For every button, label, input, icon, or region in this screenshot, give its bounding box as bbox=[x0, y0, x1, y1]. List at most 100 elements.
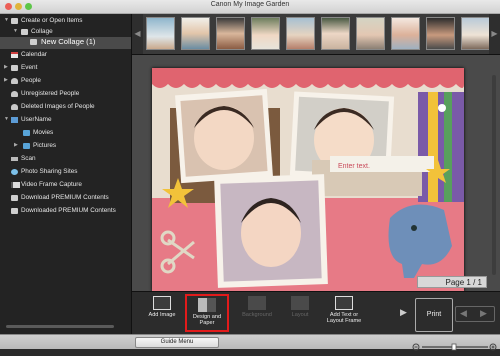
add-image-button[interactable]: Add Image bbox=[140, 294, 184, 332]
filmstrip-thumbnail[interactable] bbox=[251, 17, 280, 50]
sidebar-item-label: People bbox=[21, 77, 41, 84]
sidebar-item-movies[interactable]: Movies bbox=[0, 128, 131, 139]
chevron-down-icon[interactable]: ▼ bbox=[4, 17, 9, 23]
tool-label-line2: Layout Frame bbox=[326, 318, 362, 324]
person-icon bbox=[11, 104, 18, 110]
globe-icon bbox=[11, 169, 18, 175]
sidebar-item-label: Scan bbox=[21, 155, 36, 162]
sidebar-item-pictures[interactable]: ▶ Pictures bbox=[0, 141, 131, 152]
folder-icon bbox=[23, 130, 30, 136]
tool-label: Add Image bbox=[148, 312, 176, 318]
sidebar-item-label: Deleted Images of People bbox=[21, 103, 95, 110]
chevron-down-icon[interactable]: ▼ bbox=[4, 116, 9, 122]
sidebar-item-label: Video Frame Capture bbox=[21, 181, 82, 188]
sidebar-item-label: Pictures bbox=[33, 142, 57, 149]
scanner-icon bbox=[11, 157, 18, 161]
filmstrip-thumbnail[interactable] bbox=[461, 17, 490, 50]
sidebar-item-label: Event bbox=[21, 64, 38, 71]
filmstrip-thumbnail[interactable] bbox=[181, 17, 210, 50]
chevron-down-icon[interactable]: ▼ bbox=[13, 28, 18, 34]
filmstrip-thumbnail[interactable] bbox=[321, 17, 350, 50]
chevron-right-icon[interactable]: ▶ bbox=[14, 142, 18, 148]
previous-page-button[interactable]: ◀ bbox=[460, 308, 467, 319]
zoom-slider-handle bbox=[451, 343, 457, 351]
sidebar-item-label: Calendar bbox=[21, 51, 47, 58]
sidebar-item-downloaded-premium-contents[interactable]: Downloaded PREMIUM Contents bbox=[0, 206, 131, 217]
calendar-icon bbox=[11, 52, 18, 58]
sidebar-item-people[interactable]: ▶ People bbox=[0, 76, 131, 87]
person-icon bbox=[11, 91, 18, 97]
filmstrip-thumbnail[interactable] bbox=[286, 17, 315, 50]
canvas-vertical-scrollbar[interactable] bbox=[492, 75, 496, 275]
sidebar-item-label: UserName bbox=[21, 116, 52, 123]
sidebar-scrollbar[interactable] bbox=[6, 325, 114, 328]
folder-icon bbox=[23, 143, 30, 149]
sidebar-item-label: Movies bbox=[33, 129, 54, 136]
page-navigation: ◀ ▶ bbox=[455, 306, 495, 322]
window-title: Canon My Image Garden bbox=[210, 1, 290, 8]
filmstrip-scroll-left-button[interactable]: ◀ bbox=[132, 14, 143, 54]
person-icon bbox=[11, 78, 18, 84]
sidebar-item-label: Unregistered People bbox=[21, 90, 80, 97]
sidebar-item-label: New Collage (1) bbox=[41, 37, 96, 46]
background-button[interactable]: Background bbox=[235, 294, 279, 332]
chevron-right-icon[interactable]: ▶ bbox=[4, 77, 8, 83]
text-box-placeholder: Enter text. bbox=[338, 163, 370, 170]
collage-page[interactable]: Enter text. bbox=[152, 68, 464, 291]
title-bar: Canon My Image Garden bbox=[0, 0, 500, 14]
premium-contents-icon bbox=[11, 208, 18, 214]
chevron-right-icon[interactable]: ▶ bbox=[400, 307, 407, 318]
add-text-or-layout-frame-button[interactable]: Add Text or Layout Frame bbox=[322, 294, 366, 332]
layout-icon bbox=[291, 296, 309, 310]
filmstrip-thumbnail[interactable] bbox=[391, 17, 420, 50]
sidebar-item-label: Download PREMIUM Contents bbox=[21, 194, 109, 201]
filmstrip-thumbnail[interactable] bbox=[146, 17, 175, 50]
sidebar-item-event[interactable]: ▶ Event bbox=[0, 63, 131, 74]
sidebar-item-photo-sharing-sites[interactable]: Photo Sharing Sites bbox=[0, 167, 131, 178]
filmstrip-thumbnail[interactable] bbox=[356, 17, 385, 50]
sidebar-item-label: Collage bbox=[31, 28, 53, 35]
filmstrip-thumbnail[interactable] bbox=[426, 17, 455, 50]
add-image-icon bbox=[153, 296, 171, 310]
collage-artwork: Enter text. bbox=[152, 68, 464, 291]
collage-item-icon bbox=[30, 39, 37, 45]
next-page-button[interactable]: ▶ bbox=[480, 308, 487, 319]
guide-menu-button[interactable]: Guide Menu bbox=[135, 337, 219, 348]
background-icon bbox=[248, 296, 266, 310]
tool-label: Background bbox=[242, 312, 272, 318]
page-indicator: Page 1 / 1 bbox=[417, 276, 487, 288]
layout-button[interactable]: Layout bbox=[278, 294, 322, 332]
tool-label: Layout bbox=[291, 312, 309, 318]
sidebar-item-username[interactable]: ▼ UserName bbox=[0, 115, 131, 126]
sidebar-item-calendar[interactable]: Calendar bbox=[0, 50, 131, 61]
sidebar-item-label: Photo Sharing Sites bbox=[21, 168, 78, 175]
sidebar-item-download-premium-contents[interactable]: Download PREMIUM Contents bbox=[0, 193, 131, 204]
edit-area: Enter text. Page 1 / 1 bbox=[132, 55, 500, 291]
edit-toolbar: Add Image Design and Paper Background La… bbox=[132, 291, 500, 335]
filmstrip-thumbnail[interactable] bbox=[216, 17, 245, 50]
sidebar-item-label: Downloaded PREMIUM Contents bbox=[21, 207, 116, 214]
sidebar-item-unregistered-people[interactable]: Unregistered People bbox=[0, 89, 131, 100]
computer-icon bbox=[11, 117, 18, 123]
bottom-bar: Guide Menu bbox=[0, 334, 500, 351]
sidebar-item-new-collage[interactable]: New Collage (1) bbox=[0, 37, 131, 49]
zoom-control bbox=[412, 338, 498, 351]
sidebar-item-create-or-open-items[interactable]: ▼ Create or Open Items bbox=[0, 16, 131, 27]
print-button[interactable]: Print bbox=[415, 298, 453, 332]
sidebar: ▼ Create or Open Items ▼ Collage New Col… bbox=[0, 14, 132, 334]
items-icon bbox=[11, 18, 18, 24]
filmstrip-scroll-right-button[interactable]: ▶ bbox=[489, 14, 500, 54]
tool-label-line2: Paper bbox=[199, 320, 215, 326]
collage-icon bbox=[21, 29, 28, 35]
design-and-paper-button[interactable]: Design and Paper bbox=[185, 294, 229, 332]
chevron-right-icon[interactable]: ▶ bbox=[4, 64, 8, 70]
design-and-paper-icon bbox=[198, 298, 216, 312]
sidebar-item-deleted-images-of-people[interactable]: Deleted Images of People bbox=[0, 102, 131, 113]
event-icon bbox=[11, 65, 18, 71]
sidebar-item-label: Create or Open Items bbox=[21, 17, 83, 24]
sidebar-item-scan[interactable]: Scan bbox=[0, 154, 131, 165]
download-icon bbox=[11, 195, 18, 201]
add-text-icon bbox=[335, 296, 353, 310]
film-icon bbox=[11, 182, 20, 188]
sidebar-item-video-frame-capture[interactable]: Video Frame Capture bbox=[0, 180, 131, 191]
